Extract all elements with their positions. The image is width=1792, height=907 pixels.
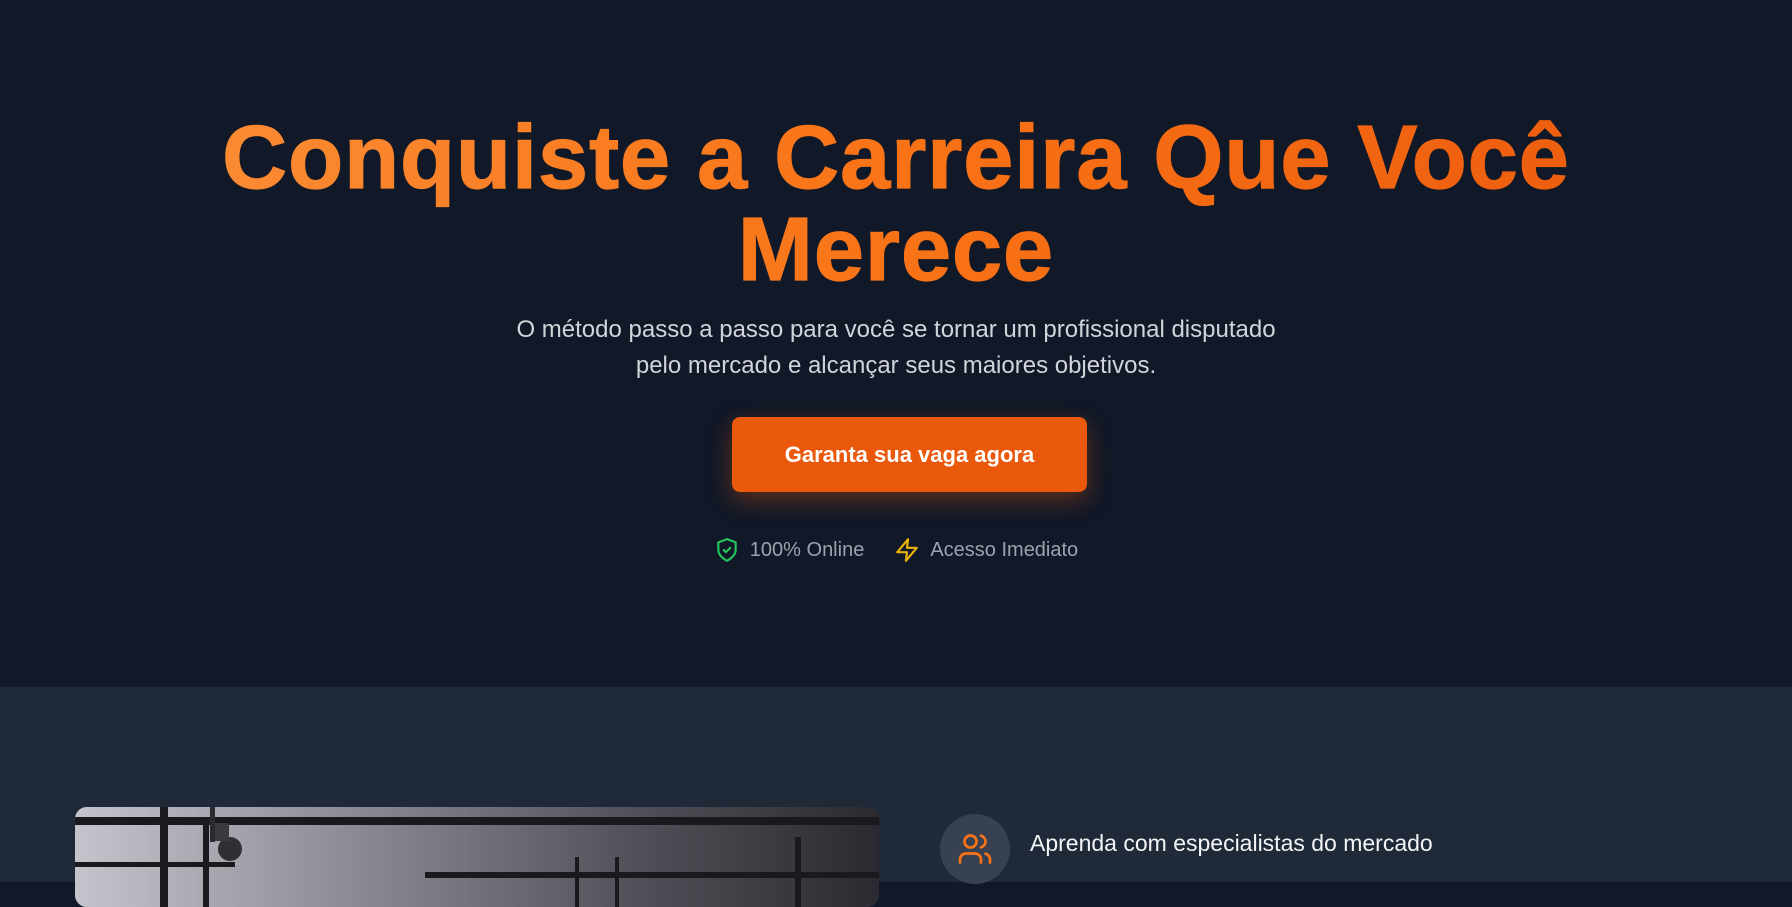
features-section: Aprenda com especialistas do mercado [0, 687, 1792, 907]
badge-access-label: Acesso Imediato [930, 538, 1079, 561]
badge-row: 100% Online Acesso Imediato [0, 537, 1792, 563]
badge-online: 100% Online [714, 537, 865, 563]
hero-section: Conquiste a Carreira Que Você Merece O m… [0, 0, 1792, 687]
feature-item-experts: Aprenda com especialistas do mercado [940, 814, 1433, 884]
lightning-icon [894, 537, 920, 563]
users-icon [957, 831, 993, 867]
hero-title: Conquiste a Carreira Que Você Merece [0, 108, 1792, 300]
feature-icon-wrapper [940, 814, 1010, 884]
badge-online-label: 100% Online [749, 538, 865, 561]
hero-subtitle: O método passo a passo para você se torn… [516, 316, 1276, 379]
cta-button[interactable]: Garanta sua vaga agora [732, 417, 1087, 492]
feature-label-experts: Aprenda com especialistas do mercado [1030, 829, 1433, 856]
window-frame-illustration [75, 807, 879, 907]
shield-check-icon [714, 537, 740, 563]
hero-title-line-1: Conquiste a Carreira Que Você [222, 108, 1570, 208]
hero-title-line-2: Merece [737, 200, 1055, 300]
course-image [75, 807, 879, 907]
badge-access: Acesso Imediato [894, 537, 1078, 563]
